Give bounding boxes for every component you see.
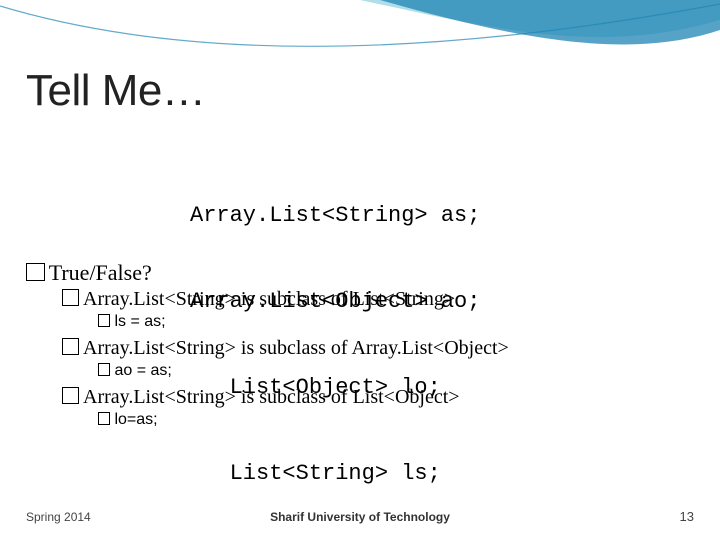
bullet-box-icon bbox=[62, 289, 79, 306]
claim-text: Array.List<String> is subclass of Array.… bbox=[83, 337, 509, 359]
footer-center: Sharif University of Technology bbox=[0, 510, 720, 524]
true-false-heading: True/False? bbox=[26, 260, 694, 286]
code-line: Array.List<String> as; bbox=[190, 202, 480, 231]
slide-title: Tell Me… bbox=[26, 66, 205, 116]
example-item: lo=as; bbox=[98, 411, 694, 429]
claim-text: Array.List<String> is subclass of List<O… bbox=[83, 386, 460, 408]
bullet-box-icon bbox=[26, 263, 45, 282]
example-text: ls = as; bbox=[114, 313, 165, 330]
example-item: ls = as; bbox=[98, 313, 694, 331]
claim-text: Array.List<String> is subclass of List<S… bbox=[83, 288, 455, 310]
bullet-box-icon bbox=[98, 314, 110, 326]
bullet-box-icon bbox=[98, 412, 110, 424]
bullet-box-icon bbox=[62, 387, 79, 404]
code-line: List<String> ls; bbox=[190, 460, 480, 489]
bullet-box-icon bbox=[62, 338, 79, 355]
example-text: lo=as; bbox=[114, 411, 157, 428]
body-content: True/False? Array.List<String> is subcla… bbox=[26, 258, 694, 435]
claim-item: Array.List<String> is subclass of List<O… bbox=[62, 386, 694, 409]
bullet-box-icon bbox=[98, 363, 110, 375]
example-item: ao = as; bbox=[98, 362, 694, 380]
page-number: 13 bbox=[680, 509, 694, 524]
example-text: ao = as; bbox=[114, 362, 171, 379]
true-false-label: True/False? bbox=[49, 260, 152, 285]
claim-item: Array.List<String> is subclass of Array.… bbox=[62, 337, 694, 360]
claim-item: Array.List<String> is subclass of List<S… bbox=[62, 288, 694, 311]
